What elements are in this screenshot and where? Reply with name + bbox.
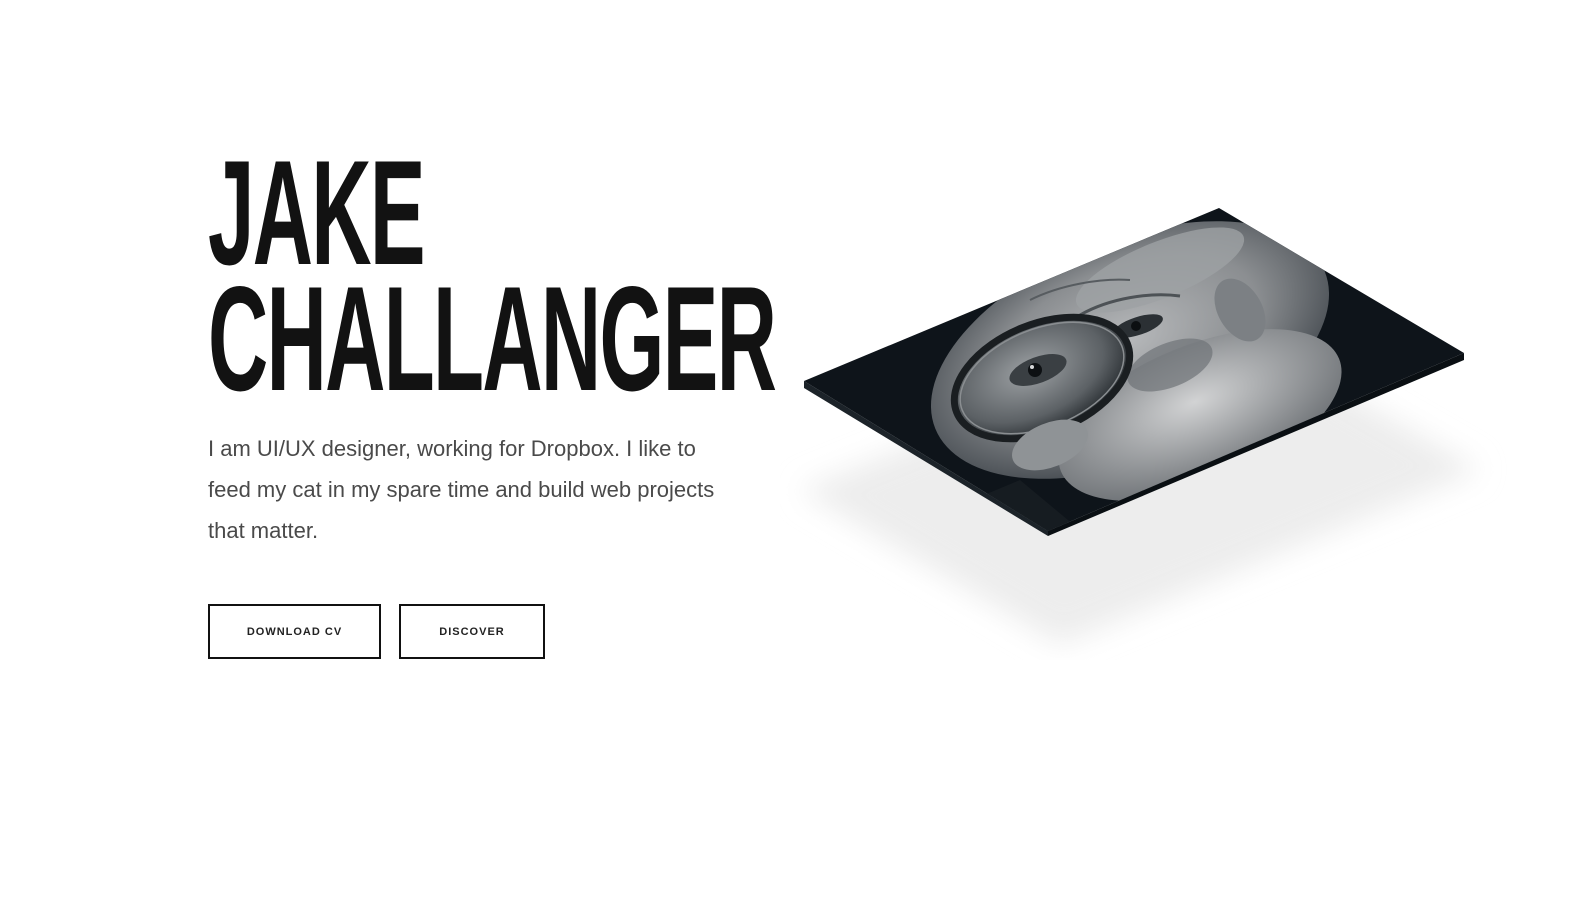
hero-photo [780, 200, 1520, 660]
hero-intro: I am UI/UX designer, working for Dropbox… [208, 436, 715, 543]
download-cv-button[interactable]: DOWNLOAD CV [208, 604, 381, 659]
hero-name-last: CHALLANGER [208, 255, 777, 422]
discover-button[interactable]: DISCOVER [399, 604, 545, 659]
hero-name: JAKE CHALLANGER [208, 138, 777, 422]
